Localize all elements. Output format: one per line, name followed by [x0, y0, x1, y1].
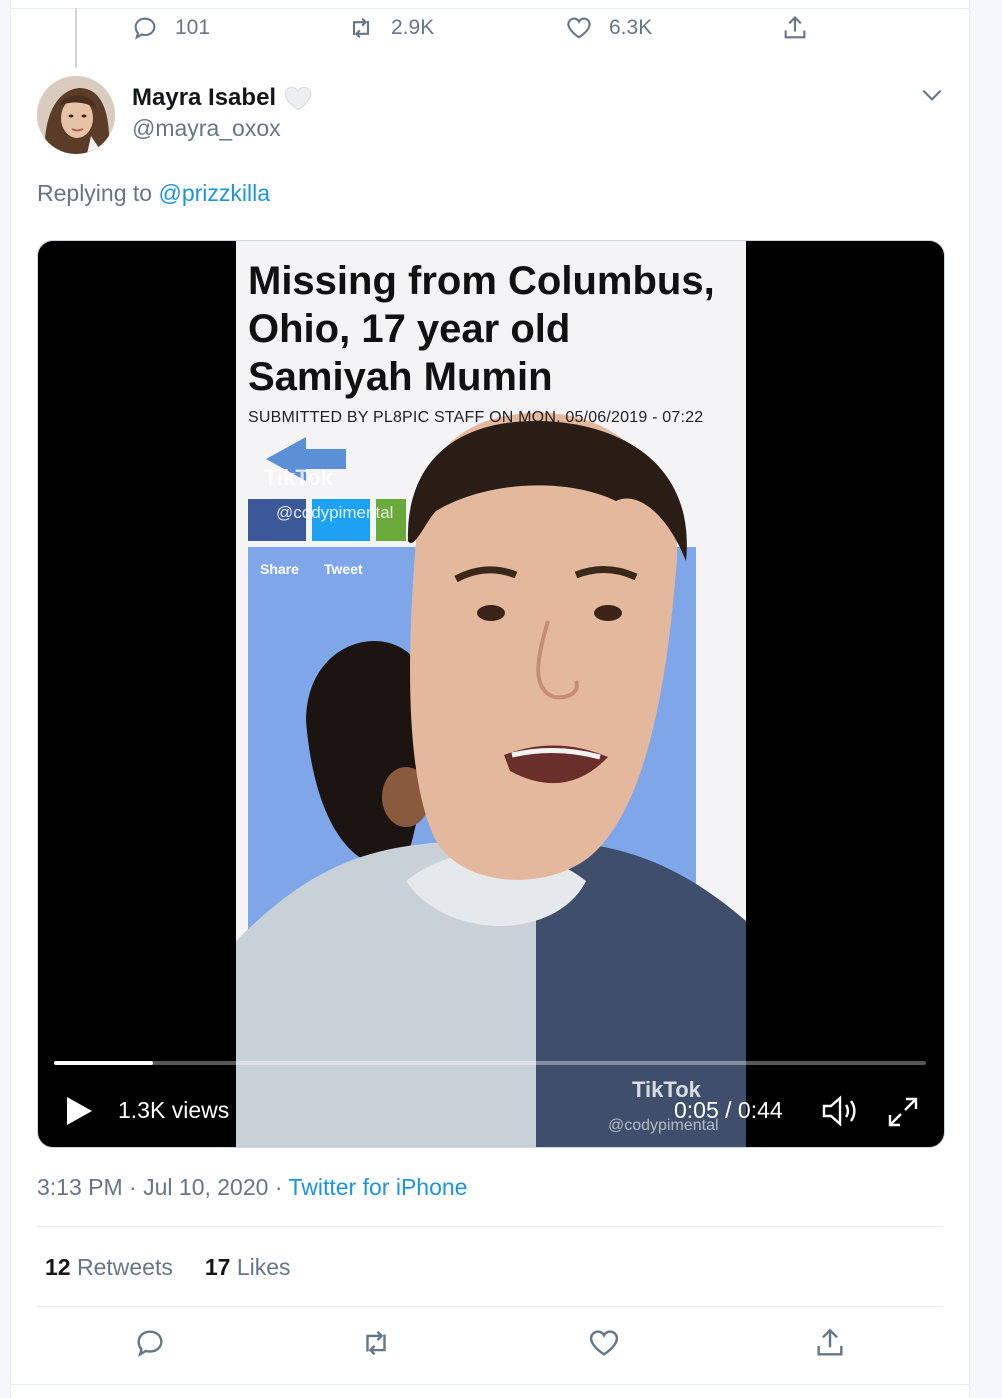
- tiktok-user-watermark-top: @codypimental: [276, 503, 394, 522]
- likes-stat[interactable]: 17 Likes: [205, 1254, 291, 1281]
- reply-icon: [134, 17, 156, 40]
- replying-to: Replying to @prizzkilla: [37, 180, 270, 207]
- reply-count: 101: [175, 16, 211, 39]
- tweet-date[interactable]: Jul 10, 2020: [143, 1174, 268, 1200]
- headline-line-3: Samiyah Mumin: [248, 355, 553, 399]
- volume-icon[interactable]: [820, 1093, 860, 1129]
- tweet-actions: [11, 1326, 969, 1366]
- retweet-action[interactable]: 2.9K: [347, 14, 434, 42]
- tweet-column: 101 2.9K 6.3K Mayra Isabel @mayra_oxox R…: [10, 0, 970, 1398]
- tweet-timestamp: 3:13 PM · Jul 10, 2020 · Twitter for iPh…: [37, 1174, 467, 1201]
- heart-icon: [567, 17, 591, 39]
- headline-line-2: Ohio, 17 year old: [248, 307, 571, 351]
- video-frame: Missing from Columbus, Ohio, 17 year old…: [236, 241, 746, 1147]
- fullscreen-icon[interactable]: [886, 1095, 920, 1129]
- share-label: Share: [260, 561, 299, 577]
- video-progress-fill: [54, 1061, 154, 1065]
- video-headline: Missing from Columbus, Ohio, 17 year old…: [248, 257, 738, 401]
- headline-line-1: Missing from Columbus,: [248, 259, 715, 303]
- retweet-count: 2.9K: [391, 16, 435, 39]
- divider: [37, 1306, 943, 1307]
- likes-count: 17: [204, 1254, 231, 1280]
- reply-action[interactable]: 101: [131, 14, 210, 42]
- white-heart-icon: [284, 86, 312, 111]
- replying-target-link[interactable]: @prizzkilla: [158, 180, 270, 206]
- tweet-stats: 12 Retweets 17 Likes: [45, 1254, 291, 1281]
- like-count: 6.3K: [609, 16, 653, 39]
- source-separator: ·: [274, 1174, 283, 1200]
- share-icon: [784, 16, 806, 39]
- tweet-label: Tweet: [324, 561, 363, 577]
- author-handle[interactable]: @mayra_oxox: [132, 115, 281, 142]
- tiktok-watermark-top: TikTok: [264, 465, 333, 490]
- share-action[interactable]: [781, 14, 809, 42]
- video-player[interactable]: Missing from Columbus, Ohio, 17 year old…: [37, 240, 945, 1148]
- divider: [11, 8, 969, 9]
- timestamp-separator: ·: [129, 1174, 137, 1200]
- submitted-line: SUBMITTED BY PL8PIC STAFF ON MON, 05/06/…: [248, 409, 704, 426]
- display-name[interactable]: Mayra Isabel: [132, 84, 276, 112]
- retweet-icon[interactable]: [359, 1326, 393, 1360]
- divider: [11, 1384, 969, 1385]
- divider: [37, 1226, 943, 1227]
- replying-prefix: Replying to: [37, 180, 153, 206]
- retweets-stat[interactable]: 12 Retweets: [45, 1254, 173, 1281]
- author-name-row[interactable]: Mayra Isabel: [132, 84, 312, 112]
- retweets-count: 12: [45, 1254, 71, 1280]
- avatar[interactable]: [37, 76, 115, 154]
- chevron-down-icon[interactable]: [919, 84, 945, 106]
- likes-label: Likes: [236, 1254, 291, 1280]
- heart-icon[interactable]: [587, 1326, 621, 1360]
- retweet-icon: [352, 17, 370, 39]
- retweets-label: Retweets: [76, 1254, 173, 1280]
- reply-icon[interactable]: [133, 1326, 167, 1360]
- play-icon[interactable]: [64, 1095, 94, 1127]
- previous-tweet-actions: 101 2.9K 6.3K: [11, 12, 969, 48]
- view-count: 1.3K views: [118, 1097, 230, 1123]
- avatar-image: [37, 76, 115, 154]
- video-progress-bar[interactable]: [54, 1061, 926, 1065]
- video-time: 0:05 / 0:44: [674, 1097, 783, 1123]
- tweet-source-link[interactable]: Twitter for iPhone: [288, 1174, 467, 1200]
- like-action[interactable]: 6.3K: [565, 14, 652, 42]
- tweet-time[interactable]: 3:13 PM: [37, 1174, 123, 1200]
- share-icon[interactable]: [813, 1326, 847, 1360]
